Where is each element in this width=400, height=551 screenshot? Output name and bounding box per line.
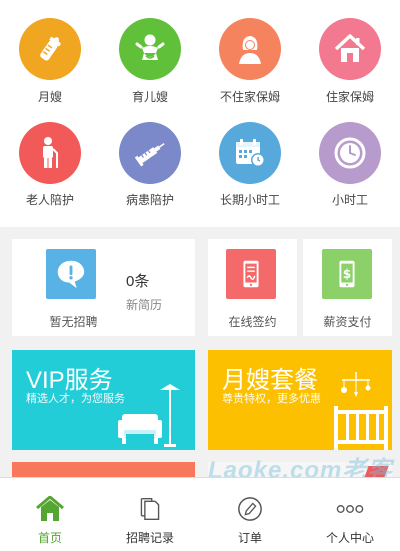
bottom-tab-bar: 首页 招聘记录 订单 个人中心 — [0, 477, 400, 551]
service-changqi[interactable]: 长期小时工 — [200, 109, 300, 227]
service-xiaoshigong[interactable]: 小时工 — [300, 109, 400, 227]
salary-pay-card[interactable]: $ 薪资支付 — [303, 239, 392, 336]
more-dots-icon — [336, 496, 364, 522]
service-label: 月嫂 — [37, 90, 62, 104]
baby-icon — [119, 18, 181, 80]
service-zhujia[interactable]: 住家保姆 — [300, 0, 400, 109]
service-label: 老人陪护 — [25, 193, 74, 207]
pay-caption: 薪资支付 — [323, 315, 372, 329]
crib-icon — [334, 372, 388, 450]
baby-bottle-icon — [19, 18, 81, 80]
alert-bubble-icon — [46, 249, 96, 299]
tab-profile[interactable]: 个人中心 — [300, 478, 400, 551]
package-subtitle: 尊贵特权，更多优惠 — [222, 393, 321, 405]
document-icon — [136, 496, 164, 522]
pen-circle-icon — [236, 496, 264, 522]
calendar-icon — [219, 122, 281, 184]
service-grid: 月嫂 育儿嫂 不住家保姆 住家保姆 老人陪护 病患陪护 长期小时工 小时工 — [0, 0, 400, 227]
service-label: 小时工 — [331, 193, 368, 207]
tab-label: 订单 — [237, 531, 262, 545]
syringe-icon — [119, 122, 181, 184]
recruit-caption: 暂无招聘 — [49, 315, 98, 329]
service-yuersao[interactable]: 育儿嫂 — [100, 0, 200, 109]
money-phone-icon: $ — [322, 249, 372, 299]
service-laoren[interactable]: 老人陪护 — [0, 109, 100, 227]
resume-label: 新简历 — [126, 298, 163, 312]
recruit-card[interactable]: 暂无招聘 0条 新简历 — [12, 239, 195, 336]
service-label: 不住家保姆 — [219, 90, 280, 104]
tab-label: 个人中心 — [325, 531, 374, 545]
sofa-lamp-icon — [118, 384, 180, 447]
tab-home[interactable]: 首页 — [0, 478, 100, 551]
online-sign-card[interactable]: 在线签约 — [208, 239, 297, 336]
service-label: 长期小时工 — [219, 193, 280, 207]
resume-count: 0条 — [126, 273, 150, 290]
tab-label: 招聘记录 — [125, 531, 174, 545]
vip-subtitle: 精选人才，为您服务 — [26, 393, 125, 405]
clock-icon — [319, 122, 381, 184]
vip-banner[interactable]: VIP服务 精选人才，为您服务 — [12, 350, 195, 450]
tab-recruit-records[interactable]: 招聘记录 — [100, 478, 200, 551]
yuesao-package-banner[interactable]: 月嫂套餐 尊贵特权，更多优惠 — [208, 350, 392, 450]
service-buzhujia[interactable]: 不住家保姆 — [200, 0, 300, 109]
service-label: 育儿嫂 — [131, 90, 168, 104]
phone-sign-icon — [226, 249, 276, 299]
service-yuesao[interactable]: 月嫂 — [0, 0, 100, 109]
tab-orders[interactable]: 订单 — [200, 478, 300, 551]
home-icon — [36, 496, 64, 522]
tab-label: 首页 — [37, 531, 62, 545]
sign-caption: 在线签约 — [228, 315, 277, 329]
service-label: 病患陪护 — [125, 193, 174, 207]
svg-text:$: $ — [343, 267, 352, 281]
elderly-icon — [19, 122, 81, 184]
service-bingren[interactable]: 病患陪护 — [100, 109, 200, 227]
service-label: 住家保姆 — [325, 90, 374, 104]
woman-icon — [219, 18, 281, 80]
house-icon — [319, 18, 381, 80]
